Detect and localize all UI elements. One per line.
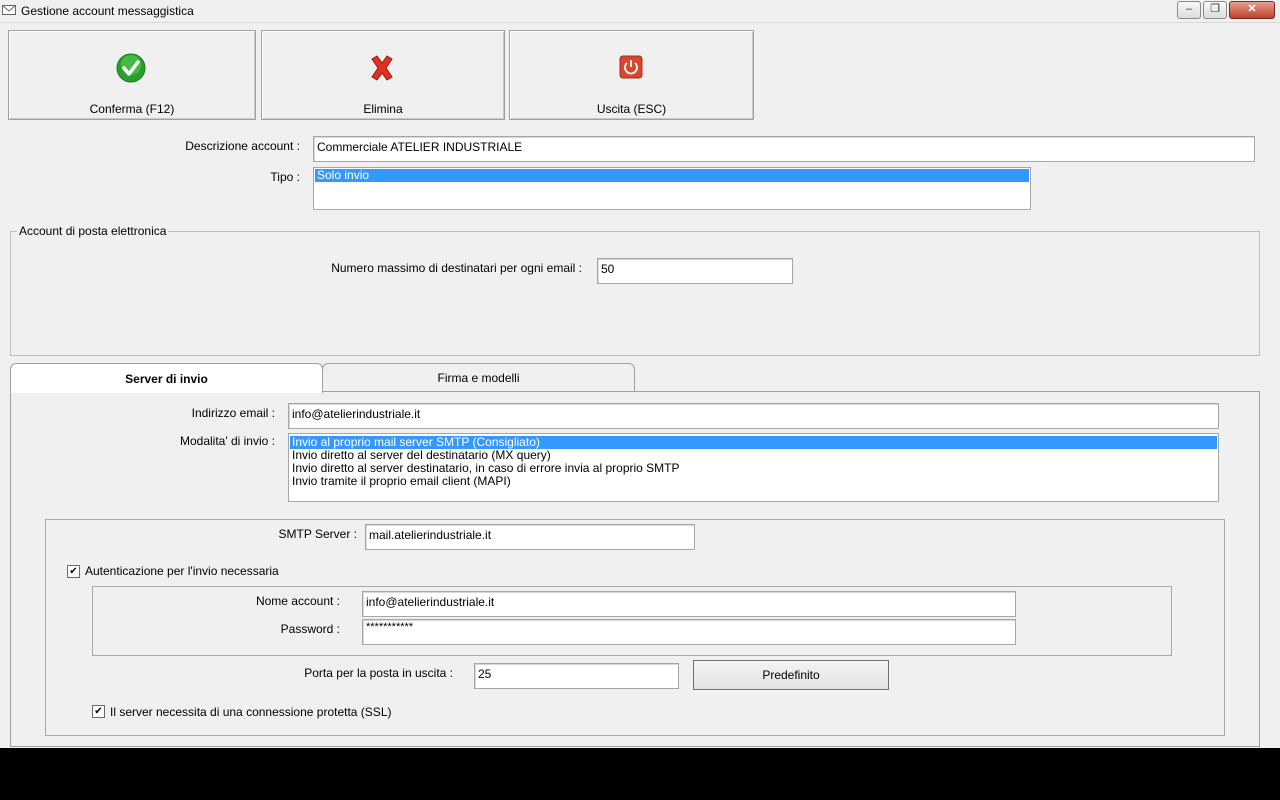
auth-checkbox[interactable]: ✔	[67, 565, 80, 578]
default-port-button[interactable]: Predefinito	[693, 660, 889, 690]
port-input[interactable]: 25	[474, 663, 679, 689]
window-title: Gestione account messaggistica	[21, 4, 194, 18]
port-label: Porta per la posta in uscita :	[304, 666, 453, 680]
send-mode-listbox[interactable]: Invio al proprio mail server SMTP (Consi…	[288, 433, 1219, 502]
max-recipients-label: Numero massimo di destinatari per ogni e…	[331, 261, 582, 275]
type-label: Tipo :	[270, 170, 300, 184]
envelope-icon	[2, 5, 16, 15]
confirm-button[interactable]: Conferma (F12)	[8, 30, 256, 120]
account-name-value: info@atelierindustriale.it	[366, 595, 495, 609]
exit-button[interactable]: Uscita (ESC)	[509, 30, 754, 120]
email-account-group-title: Account di posta elettronica	[17, 224, 169, 238]
ssl-checkbox-label: Il server necessita di una connessione p…	[110, 705, 392, 719]
email-address-label: Indirizzo email :	[191, 406, 275, 420]
title-bar: Gestione account messaggistica – ❐ ✕	[0, 0, 1280, 23]
type-listbox[interactable]: Solo invio	[313, 167, 1031, 210]
password-input[interactable]: ***********	[362, 619, 1016, 645]
password-label: Password :	[280, 622, 340, 636]
restore-button[interactable]: ❐	[1203, 1, 1227, 19]
delete-button-label: Elimina	[363, 102, 403, 116]
account-name-input[interactable]: info@atelierindustriale.it	[362, 591, 1016, 617]
password-value: ***********	[366, 621, 414, 633]
exit-button-label: Uscita (ESC)	[596, 102, 667, 116]
delete-button[interactable]: Elimina	[261, 30, 505, 120]
description-value: Commerciale ATELIER INDUSTRIALE	[317, 140, 523, 154]
email-account-group	[10, 231, 1260, 356]
minimize-button[interactable]: –	[1177, 1, 1201, 19]
smtp-server-value: mail.atelierindustriale.it	[369, 528, 492, 542]
power-icon	[619, 55, 643, 79]
send-mode-label: Modalita' di invio :	[179, 434, 275, 448]
red-x-icon	[371, 55, 393, 81]
confirm-button-label: Conferma (F12)	[89, 102, 175, 116]
close-button[interactable]: ✕	[1229, 1, 1275, 19]
port-value: 25	[478, 667, 492, 681]
smtp-server-input[interactable]: mail.atelierindustriale.it	[365, 524, 695, 550]
email-address-value: info@atelierindustriale.it	[292, 407, 421, 421]
tab-server[interactable]: Server di invio	[10, 363, 323, 393]
account-name-label: Nome account :	[255, 594, 340, 608]
smtp-server-label: SMTP Server :	[278, 527, 357, 541]
description-input[interactable]: Commerciale ATELIER INDUSTRIALE	[313, 136, 1255, 162]
type-option[interactable]: Solo invio	[315, 169, 1029, 182]
max-recipients-input[interactable]: 50	[597, 258, 793, 284]
max-recipients-value: 50	[601, 262, 615, 276]
checkmark-icon	[116, 53, 146, 83]
background-area	[0, 748, 1280, 800]
ssl-checkbox[interactable]: ✔	[92, 705, 105, 718]
description-label: Descrizione account :	[185, 139, 300, 153]
auth-checkbox-label: Autenticazione per l'invio necessaria	[85, 564, 279, 578]
email-address-input[interactable]: info@atelierindustriale.it	[288, 403, 1219, 429]
tab-signature[interactable]: Firma e modelli	[322, 363, 635, 391]
send-mode-option[interactable]: Invio tramite il proprio email client (M…	[290, 475, 1217, 488]
